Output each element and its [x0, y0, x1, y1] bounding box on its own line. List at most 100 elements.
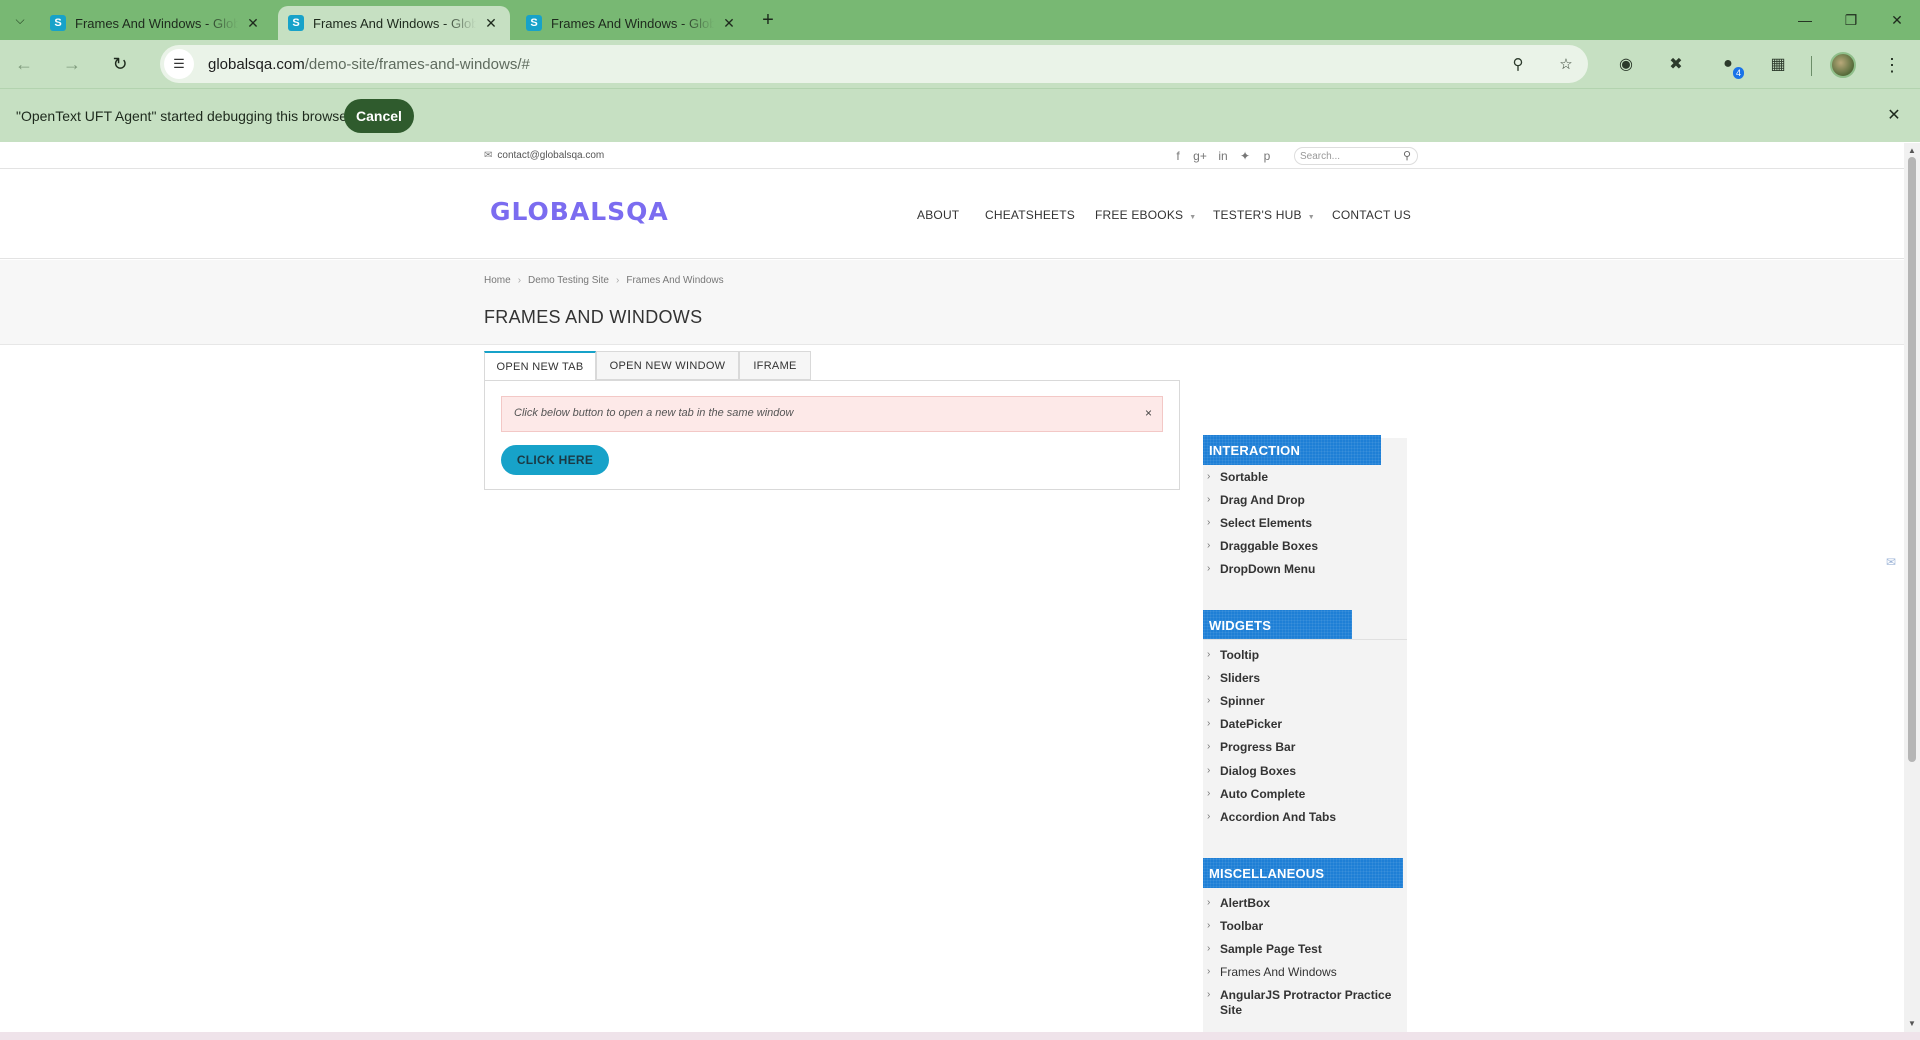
tab-open-new-tab[interactable]: OPEN NEW TAB	[484, 351, 596, 381]
url-text[interactable]: globalsqa.com/demo-site/frames-and-windo…	[208, 56, 530, 73]
debug-infobar: "OpenText UFT Agent" started debugging t…	[0, 88, 1920, 142]
site-search-input[interactable]: Search... ⚲	[1294, 147, 1418, 165]
nav-contact-us[interactable]: CONTACT US	[1332, 208, 1411, 222]
pinterest-icon[interactable]: p	[1259, 149, 1275, 163]
scroll-up-icon[interactable]: ▲	[1908, 146, 1916, 155]
zoom-icon[interactable]: ⚲	[1506, 52, 1530, 76]
new-tab-button[interactable]: +	[756, 8, 780, 32]
forward-button[interactable]: →	[58, 50, 86, 78]
cancel-button[interactable]: Cancel	[344, 99, 414, 133]
google-plus-icon[interactable]: g+	[1192, 149, 1208, 163]
close-icon[interactable]: ✕	[482, 15, 500, 32]
close-icon[interactable]: ✕	[1884, 105, 1904, 125]
click-here-button[interactable]: CLICK HERE	[501, 445, 609, 475]
sidebar-link-sliders[interactable]: Sliders	[1220, 671, 1260, 685]
tab-iframe[interactable]: IFRAME	[739, 351, 811, 380]
chevron-right-icon: ›	[1207, 920, 1211, 931]
tab-open-new-window[interactable]: OPEN NEW WINDOW	[596, 351, 739, 380]
scrollbar-thumb[interactable]	[1908, 157, 1916, 762]
linkedin-icon[interactable]: in	[1215, 149, 1231, 163]
nav-label: ABOUT	[917, 208, 960, 222]
widget-rule	[1203, 639, 1407, 640]
nav-testers-hub[interactable]: TESTER'S HUB ▼	[1213, 208, 1315, 222]
sidebar-link-draggable-boxes[interactable]: Draggable Boxes	[1220, 539, 1318, 553]
sidebar-link-select-elements[interactable]: Select Elements	[1220, 516, 1312, 530]
back-button[interactable]: ←	[10, 50, 38, 78]
caret-down-icon: ▼	[1307, 214, 1315, 221]
site-info-button[interactable]: ☰	[164, 49, 194, 79]
restore-button[interactable]: ❐	[1828, 0, 1874, 40]
chevron-right-icon: ›	[1207, 494, 1211, 505]
caret-down-icon: ▼	[1189, 214, 1197, 221]
sidebar-link-sample-page-test[interactable]: Sample Page Test	[1220, 942, 1322, 956]
minimize-button[interactable]: —	[1782, 0, 1828, 40]
browser-tab-3[interactable]: S Frames And Windows - GlobalSQA ✕	[516, 6, 748, 40]
chevron-right-icon: ›	[1207, 649, 1211, 660]
puzzle-icon[interactable]: ▦	[1766, 52, 1790, 76]
sidebar-link-drag-and-drop[interactable]: Drag And Drop	[1220, 493, 1305, 507]
browser-tab-2[interactable]: S Frames And Windows - GlobalSQA ✕	[278, 6, 510, 40]
alert-text: Click below button to open a new tab in …	[514, 407, 794, 419]
favicon-icon: S	[50, 15, 66, 31]
sidebar-link-dialog-boxes[interactable]: Dialog Boxes	[1220, 764, 1296, 778]
widget-title-widgets: WIDGETS	[1203, 610, 1352, 640]
profile-avatar[interactable]	[1830, 52, 1856, 78]
nav-free-ebooks[interactable]: FREE EBOOKS ▼	[1095, 208, 1196, 222]
twitter-icon[interactable]: ✦	[1237, 149, 1253, 163]
site-logo[interactable]: GLOBALSQA	[490, 197, 669, 226]
nav-cheatsheets[interactable]: CHEATSHEETS	[985, 208, 1075, 222]
sidebar-link-alertbox[interactable]: AlertBox	[1220, 896, 1270, 910]
page-scrollbar[interactable]: ▲ ▼	[1904, 143, 1920, 1032]
sidebar-link-progress-bar[interactable]: Progress Bar	[1220, 740, 1295, 754]
browser-tab-1[interactable]: S Frames And Windows - GlobalSQA ✕	[40, 6, 272, 40]
close-icon[interactable]: ✕	[720, 15, 738, 32]
nav-label: CHEATSHEETS	[985, 208, 1075, 222]
tab-search-button[interactable]: ⌵	[8, 8, 32, 32]
chevron-right-icon: ›	[1207, 517, 1211, 528]
sidebar-link-dropdown-menu[interactable]: DropDown Menu	[1220, 562, 1315, 576]
window-close-button[interactable]: ✕	[1874, 0, 1920, 40]
breadcrumb-home[interactable]: Home	[484, 275, 511, 286]
chevron-right-icon: ›	[1207, 765, 1211, 776]
browser-menu-button[interactable]: ⋮	[1880, 52, 1904, 78]
mail-icon: ✉	[484, 150, 493, 161]
nav-label: TESTER'S HUB	[1213, 208, 1302, 222]
uft-extension-icon[interactable]: ✖	[1664, 52, 1688, 76]
tab-title: Frames And Windows - GlobalSQA	[75, 15, 238, 31]
feedback-mail-icon[interactable]: ✉	[1880, 551, 1902, 573]
address-bar[interactable]: ☰ globalsqa.com/demo-site/frames-and-win…	[160, 45, 1588, 83]
arrow-right-icon: →	[63, 53, 81, 74]
chevron-right-icon: ›	[1207, 943, 1211, 954]
facebook-icon[interactable]: f	[1170, 149, 1186, 163]
sidebar-link-angularjs-protractor-cont[interactable]: Site	[1220, 1003, 1242, 1017]
chevron-right-icon: ›	[1207, 897, 1211, 908]
sidebar-link-spinner[interactable]: Spinner	[1220, 694, 1265, 708]
tune-icon: ☰	[173, 56, 185, 71]
sidebar-link-sortable[interactable]: Sortable	[1220, 470, 1268, 484]
breadcrumb-current: Frames And Windows	[626, 275, 724, 286]
contact-email-text: contact@globalsqa.com	[497, 150, 605, 161]
favicon-icon: S	[526, 15, 542, 31]
sidebar-link-toolbar[interactable]: Toolbar	[1220, 919, 1263, 933]
contact-email-link[interactable]: ✉ contact@globalsqa.com	[484, 150, 604, 161]
scroll-down-icon[interactable]: ▼	[1908, 1019, 1916, 1028]
nav-label: FREE EBOOKS	[1095, 208, 1184, 222]
nav-about[interactable]: ABOUT	[917, 208, 959, 222]
widget-title-miscellaneous: MISCELLANEOUS	[1203, 858, 1403, 888]
info-alert: Click below button to open a new tab in …	[501, 396, 1163, 432]
chevron-right-icon: ›	[1207, 811, 1211, 822]
sidebar-link-tooltip[interactable]: Tooltip	[1220, 648, 1259, 662]
bookmark-star-icon[interactable]: ☆	[1554, 52, 1578, 76]
camera-extension-icon[interactable]: ◉	[1614, 52, 1638, 76]
sidebar-link-accordion-and-tabs[interactable]: Accordion And Tabs	[1220, 810, 1336, 824]
close-icon[interactable]: ✕	[244, 15, 262, 32]
extension-badge-icon[interactable]: ● 4	[1716, 52, 1744, 79]
breadcrumb-demo-site[interactable]: Demo Testing Site	[528, 275, 609, 286]
sidebar-link-angularjs-protractor[interactable]: AngularJS Protractor Practice	[1220, 988, 1391, 1002]
close-icon[interactable]: ×	[1145, 406, 1152, 420]
sidebar-link-auto-complete[interactable]: Auto Complete	[1220, 787, 1305, 801]
search-icon[interactable]: ⚲	[1403, 149, 1411, 162]
sidebar-link-datepicker[interactable]: DatePicker	[1220, 717, 1282, 731]
sidebar-link-frames-and-windows[interactable]: Frames And Windows	[1220, 965, 1337, 979]
reload-button[interactable]: ↻	[106, 50, 134, 78]
